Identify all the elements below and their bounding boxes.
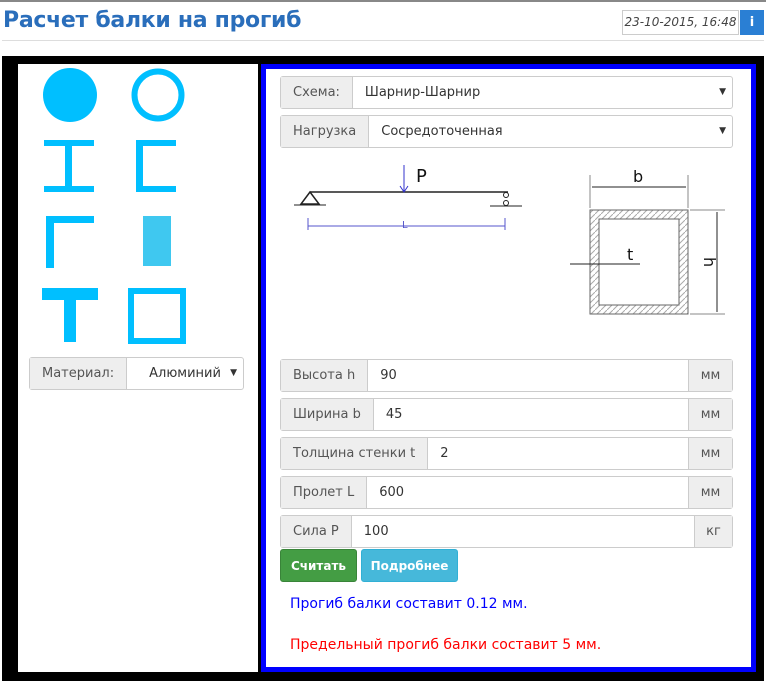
info-button[interactable]: i	[740, 10, 764, 35]
width-label: Ширина b	[281, 399, 374, 430]
details-button[interactable]: Подробнее	[361, 549, 458, 582]
deflection-result: Прогиб балки составит 0.12 мм.	[290, 596, 528, 612]
span-unit: мм	[688, 477, 732, 508]
scheme-label: Схема:	[281, 77, 353, 108]
shape-angle[interactable]	[46, 216, 94, 268]
span-input[interactable]: 600	[367, 477, 688, 508]
thickness-input[interactable]: 2	[428, 438, 688, 469]
height-label: h	[700, 257, 719, 267]
shape-circle[interactable]	[42, 67, 98, 123]
top-line	[0, 0, 766, 2]
material-select[interactable]: Материал: Алюминий	[29, 357, 244, 390]
shape-square-tube[interactable]	[128, 288, 186, 344]
shape-rectangle[interactable]	[143, 216, 171, 266]
limit-result: Предельный прогиб балки составит 5 мм.	[290, 637, 602, 653]
shape-i-beam[interactable]	[44, 140, 94, 192]
scheme-select[interactable]: Схема: Шарнир-Шарнир	[280, 76, 733, 109]
force-field: Сила P 100 кг	[280, 515, 733, 548]
length-label: L	[402, 220, 408, 231]
scheme-value[interactable]: Шарнир-Шарнир	[353, 77, 732, 108]
thickness-field: Толщина стенки t 2 мм	[280, 437, 733, 470]
thickness-label: t	[627, 245, 633, 264]
shape-t-beam[interactable]	[42, 288, 98, 342]
divider	[2, 40, 764, 41]
material-value[interactable]: Алюминий	[127, 358, 243, 389]
beam-diagram: P L	[294, 165, 522, 231]
force-label: P	[416, 166, 427, 187]
page-title: Расчет балки на прогиб	[3, 8, 302, 33]
load-select[interactable]: Нагрузка Сосредоточенная	[280, 115, 733, 148]
height-unit: мм	[688, 360, 732, 391]
calculate-button[interactable]: Считать	[280, 549, 357, 582]
thickness-label: Толщина стенки t	[281, 438, 429, 469]
shape-channel[interactable]	[136, 140, 176, 192]
shape-round-tube[interactable]	[130, 67, 186, 123]
force-unit: кг	[694, 516, 732, 547]
force-input[interactable]: 100	[352, 516, 694, 547]
thickness-unit: мм	[688, 438, 732, 469]
width-label: b	[633, 167, 643, 186]
load-value[interactable]: Сосредоточенная	[369, 116, 732, 147]
datetime: 23-10-2015, 16:48	[622, 10, 739, 35]
load-label: Нагрузка	[281, 116, 370, 147]
width-field: Ширина b 45 мм	[280, 398, 733, 431]
width-unit: мм	[688, 399, 732, 430]
height-label: Высота h	[281, 360, 369, 391]
height-input[interactable]: 90	[368, 360, 688, 391]
section-diagram: b h t	[570, 167, 725, 315]
span-label: Пролет L	[281, 477, 368, 508]
height-field: Высота h 90 мм	[280, 359, 733, 392]
material-label: Материал:	[30, 358, 128, 389]
force-label: Сила P	[281, 516, 352, 547]
width-input[interactable]: 45	[374, 399, 688, 430]
span-field: Пролет L 600 мм	[280, 476, 733, 509]
